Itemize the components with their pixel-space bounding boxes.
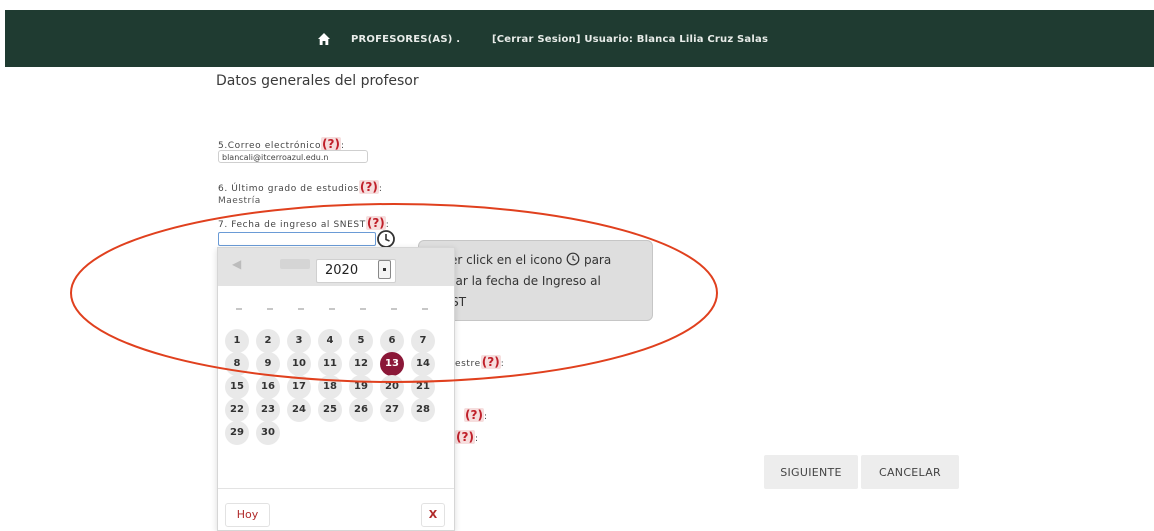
page-title: Datos generales del profesor [216, 73, 419, 89]
weekday-header [320, 305, 344, 313]
selected-day[interactable]: 13 [380, 352, 404, 376]
email-help-icon[interactable]: (?) [321, 137, 341, 151]
today-button[interactable]: Hoy [225, 503, 270, 527]
calendar-day[interactable]: 21 [411, 375, 435, 399]
weekday-header [289, 305, 313, 313]
month-label [280, 259, 310, 269]
datepicker-divider [218, 488, 454, 489]
calendar-day[interactable]: 15 [225, 375, 249, 399]
degree-label-colon: : [378, 184, 383, 194]
calendar-day[interactable]: 28 [411, 398, 435, 422]
calendar-day[interactable]: 16 [256, 375, 280, 399]
hidden-field-8-label: estre(?): [455, 355, 504, 369]
calendar-day[interactable]: 4 [318, 329, 342, 353]
next-button[interactable]: SIGUIENTE [764, 455, 858, 489]
degree-label-text: 6. Último grado de estudios [218, 184, 359, 194]
hidden-field-10-help-icon[interactable]: (?) [455, 430, 475, 444]
hidden-field-10-label: (?): [455, 430, 479, 444]
calendar-day[interactable]: 24 [287, 398, 311, 422]
cancel-button[interactable]: CANCELAR [861, 455, 959, 489]
weekday-header [227, 305, 251, 313]
degree-value: Maestría [218, 196, 261, 206]
calendar-day[interactable]: 11 [318, 352, 342, 376]
degree-help-icon[interactable]: (?) [358, 180, 379, 194]
calendar-day[interactable]: 19 [349, 375, 373, 399]
hidden-field-9-label: (?): [464, 408, 488, 422]
session-user-link[interactable]: [Cerrar Sesion] Usuario: Blanca Lilia Cr… [492, 34, 768, 45]
ingreso-date-input[interactable] [218, 232, 376, 246]
calendar-day[interactable]: 26 [349, 398, 373, 422]
ingreso-label-text: 7. Fecha de ingreso al SNEST [218, 220, 366, 230]
weekday-header [258, 305, 282, 313]
home-icon[interactable] [317, 32, 331, 46]
calendar-day[interactable]: 25 [318, 398, 342, 422]
weekday-header [351, 305, 375, 313]
clock-icon[interactable] [376, 229, 396, 249]
email-label: 5.Correo electrónico(?): [218, 137, 345, 151]
ingreso-label: 7. Fecha de ingreso al SNEST(?): [218, 216, 389, 230]
calendar-day[interactable]: 18 [318, 375, 342, 399]
calendar-day[interactable]: 17 [287, 375, 311, 399]
tooltip-clock-icon [566, 252, 580, 266]
year-dropdown-button[interactable] [378, 260, 391, 279]
clear-button[interactable]: X [421, 503, 445, 527]
calendar-day[interactable]: 14 [411, 352, 435, 376]
calendar-day[interactable]: 5 [349, 329, 373, 353]
profesores-link[interactable]: PROFESORES(AS) . [351, 34, 460, 45]
calendar-day[interactable]: 29 [225, 421, 249, 445]
calendar-day[interactable]: 9 [256, 352, 280, 376]
weekday-header [413, 305, 437, 313]
hidden-field-8-colon: : [500, 359, 505, 369]
prev-month-icon[interactable]: ◀ [232, 257, 241, 271]
calendar-day[interactable]: 2 [256, 329, 280, 353]
top-navbar: PROFESORES(AS) . [Cerrar Sesion] Usuario… [5, 10, 1154, 67]
hidden-field-8-help-icon[interactable]: (?) [480, 355, 501, 369]
datepicker-header: ◀ 2020 [218, 248, 454, 286]
datepicker-popup: ◀ 2020 1 2 3 4 5 6 7 8 9 10 11 12 13 14 15 16 17 18 19 20 21… [217, 247, 455, 531]
calendar-day[interactable]: 20 [380, 375, 404, 399]
calendar-day[interactable]: 22 [225, 398, 249, 422]
calendar-day[interactable]: 10 [287, 352, 311, 376]
calendar-day[interactable]: 6 [380, 329, 404, 353]
calendar-day[interactable]: 8 [225, 352, 249, 376]
calendar-day[interactable]: 23 [256, 398, 280, 422]
weekday-header [382, 305, 406, 313]
hidden-field-10-colon: : [474, 434, 479, 444]
hidden-field-8-text: estre [455, 359, 481, 369]
degree-label: 6. Último grado de estudios(?): [218, 180, 382, 194]
ingreso-help-icon[interactable]: (?) [365, 216, 386, 230]
calendar-day[interactable]: 30 [256, 421, 280, 445]
calendar-day[interactable]: 7 [411, 329, 435, 353]
email-field[interactable]: blancali@itcerroazul.edu.n [218, 150, 368, 163]
hidden-field-9-help-icon[interactable]: (?) [464, 408, 484, 422]
calendar-day[interactable]: 12 [349, 352, 373, 376]
calendar-day[interactable]: 27 [380, 398, 404, 422]
hidden-field-9-colon: : [483, 412, 488, 422]
calendar-day[interactable]: 3 [287, 329, 311, 353]
calendar-day[interactable]: 1 [225, 329, 249, 353]
